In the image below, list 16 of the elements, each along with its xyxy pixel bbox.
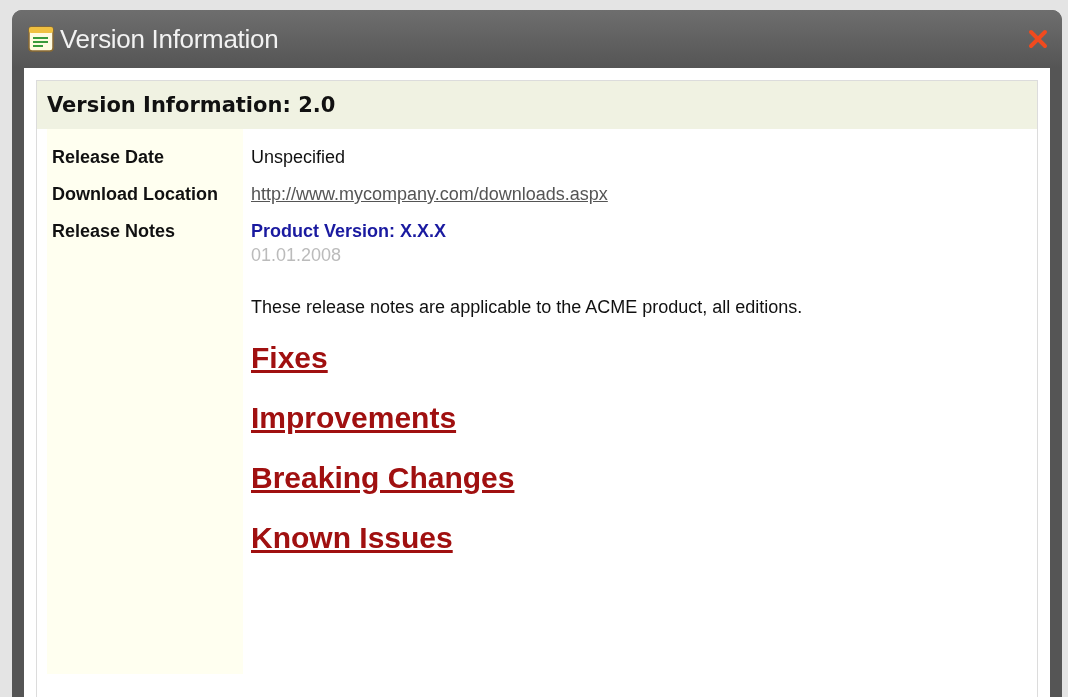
field-label: Release Date [52,147,166,167]
section-link[interactable]: Fixes [251,340,328,376]
section-link[interactable]: Improvements [251,400,457,436]
section-link[interactable]: Breaking Changes [251,460,515,496]
field-label: Download Location [52,184,219,204]
notes-summary: These release notes are applicable to the ACME product, all editions. [251,297,804,318]
window-title: Version Information [60,23,280,55]
product-version: Product Version: X.X.X [251,221,448,241]
window-icon [28,26,54,52]
panel-title: Version Information: 2.0 [47,93,336,117]
close-button[interactable] [1028,29,1048,49]
download-link[interactable]: http://www.mycompany.com/downloads.aspx [251,184,608,204]
field-label: Release Notes [52,221,177,241]
release-date: 01.01.2008 [251,245,343,265]
field-value: Unspecified [251,147,347,167]
section-link[interactable]: Known Issues [251,520,453,556]
